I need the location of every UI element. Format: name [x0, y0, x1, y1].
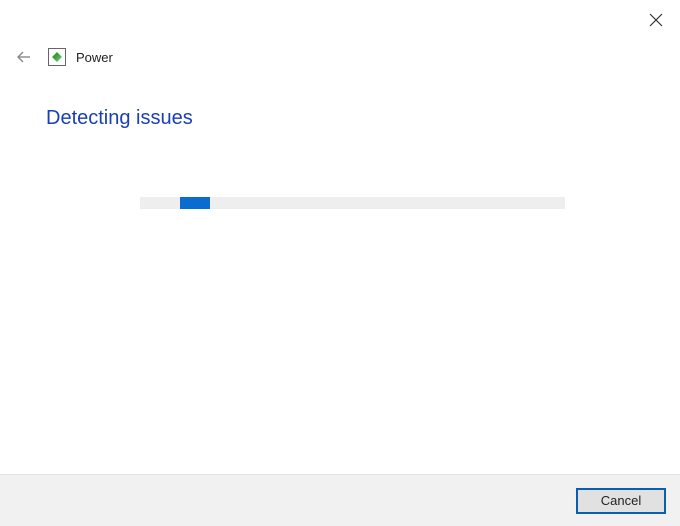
progress-bar [140, 197, 565, 209]
back-arrow-icon [15, 48, 33, 66]
close-icon [649, 13, 663, 27]
footer-bar: Cancel [0, 474, 680, 526]
app-title: Power [76, 50, 113, 65]
cancel-button[interactable]: Cancel [576, 488, 666, 514]
back-button[interactable] [14, 47, 34, 67]
page-heading: Detecting issues [46, 107, 193, 130]
power-troubleshooter-icon [48, 48, 66, 66]
header-row: Power [14, 47, 113, 67]
progress-indicator [180, 197, 210, 209]
close-button[interactable] [646, 10, 666, 30]
